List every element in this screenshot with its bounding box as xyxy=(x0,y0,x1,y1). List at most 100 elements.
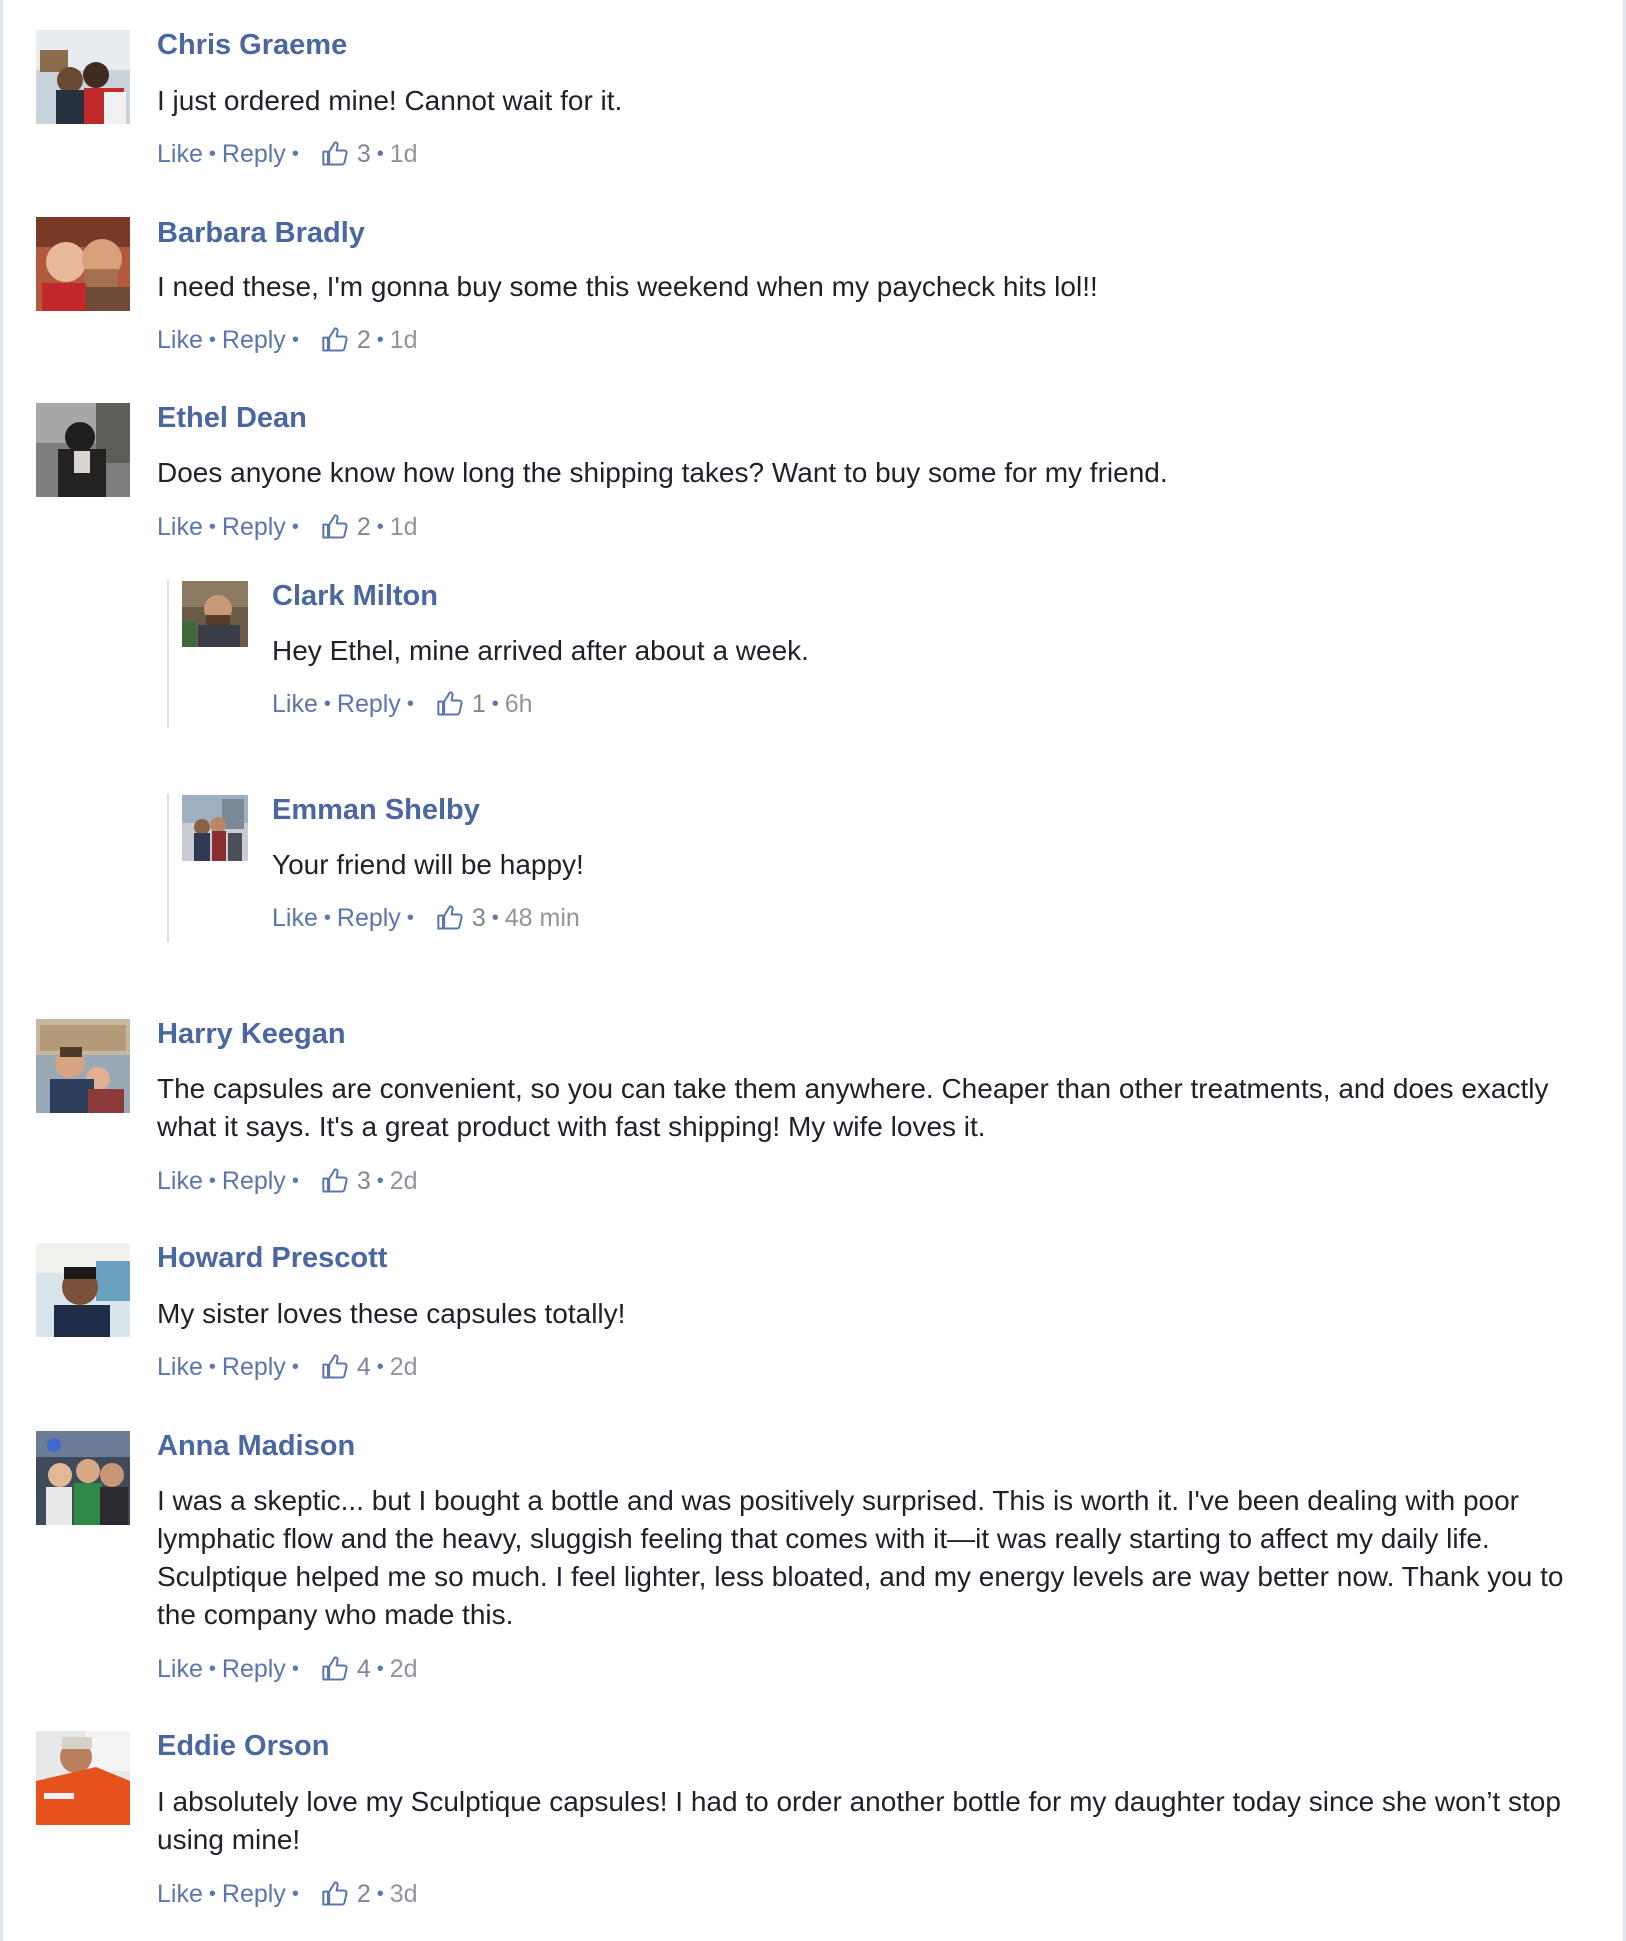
comment-timestamp[interactable]: 1d xyxy=(390,512,418,542)
avatar[interactable] xyxy=(36,403,130,497)
thumbs-up-icon[interactable] xyxy=(321,1880,349,1908)
comment-timestamp[interactable]: 2d xyxy=(390,1166,418,1196)
separator-dot: • xyxy=(406,693,414,715)
like-button[interactable]: Like xyxy=(157,1166,203,1196)
like-button[interactable]: Like xyxy=(272,903,318,933)
separator-dot: • xyxy=(323,907,331,929)
reply-button[interactable]: Reply xyxy=(222,325,286,355)
comment-timestamp[interactable]: 2d xyxy=(390,1654,418,1684)
separator-dot: • xyxy=(376,143,384,165)
thumbs-up-icon[interactable] xyxy=(436,690,464,718)
separator-dot: • xyxy=(291,1170,299,1192)
like-button[interactable]: Like xyxy=(157,512,203,542)
separator-dot: • xyxy=(291,1658,299,1680)
reply-thread-line xyxy=(167,580,169,728)
like-count: 3 xyxy=(356,1167,371,1195)
separator-dot: • xyxy=(406,907,414,929)
separator-dot: • xyxy=(291,329,299,351)
separator-dot: • xyxy=(376,1356,384,1378)
comment-author[interactable]: Eddie Orson xyxy=(157,1729,329,1763)
comment-author[interactable]: Clark Milton xyxy=(272,579,438,613)
comment-text: Your friend will be happy! xyxy=(272,849,584,880)
avatar[interactable] xyxy=(36,1731,130,1825)
separator-dot: • xyxy=(376,329,384,351)
comment-text: I need these, I'm gonna buy some this we… xyxy=(157,271,1098,302)
thumbs-up-icon[interactable] xyxy=(321,326,349,354)
avatar[interactable] xyxy=(36,1243,130,1337)
separator-dot: • xyxy=(208,1883,216,1905)
comment-author[interactable]: Harry Keegan xyxy=(157,1017,346,1051)
reply-button[interactable]: Reply xyxy=(222,1352,286,1382)
like-count: 3 xyxy=(356,140,371,168)
thumbs-up-icon[interactable] xyxy=(321,513,349,541)
comment-author[interactable]: Howard Prescott xyxy=(157,1241,387,1275)
separator-dot: • xyxy=(376,1658,384,1680)
avatar[interactable] xyxy=(182,795,248,861)
separator-dot: • xyxy=(323,693,331,715)
comment-timestamp[interactable]: 1d xyxy=(390,139,418,169)
comment-timestamp[interactable]: 2d xyxy=(390,1352,418,1382)
like-count: 4 xyxy=(356,1353,371,1381)
avatar[interactable] xyxy=(36,1019,130,1113)
comment-author[interactable]: Emman Shelby xyxy=(272,793,480,827)
thumbs-up-icon[interactable] xyxy=(321,1167,349,1195)
like-count: 2 xyxy=(356,513,371,541)
like-button[interactable]: Like xyxy=(272,689,318,719)
reply-button[interactable]: Reply xyxy=(222,1166,286,1196)
comment-actions: Like • Reply • 4 • 2d xyxy=(157,1352,418,1382)
comment-author[interactable]: Chris Graeme xyxy=(157,28,347,62)
avatar-photo xyxy=(36,1731,130,1825)
reply-button[interactable]: Reply xyxy=(337,689,401,719)
separator-dot: • xyxy=(208,1658,216,1680)
like-button[interactable]: Like xyxy=(157,325,203,355)
comment-timestamp[interactable]: 48 min xyxy=(505,903,580,933)
comment-text: Hey Ethel, mine arrived after about a we… xyxy=(272,635,809,666)
separator-dot: • xyxy=(291,1356,299,1378)
separator-dot: • xyxy=(208,516,216,538)
separator-dot: • xyxy=(491,907,499,929)
separator-dot: • xyxy=(376,1170,384,1192)
thumbs-up-icon[interactable] xyxy=(321,140,349,168)
comment-actions: Like • Reply • 3 • 2d xyxy=(157,1166,418,1196)
separator-dot: • xyxy=(291,1883,299,1905)
avatar-photo xyxy=(182,581,248,647)
avatar[interactable] xyxy=(36,1431,130,1525)
like-button[interactable]: Like xyxy=(157,1654,203,1684)
comment-author[interactable]: Ethel Dean xyxy=(157,401,307,435)
comment-author[interactable]: Barbara Bradly xyxy=(157,216,365,250)
avatar-photo xyxy=(36,1019,130,1113)
thumbs-up-icon[interactable] xyxy=(321,1353,349,1381)
avatar-photo xyxy=(36,403,130,497)
like-count: 3 xyxy=(471,904,486,932)
reply-button[interactable]: Reply xyxy=(222,139,286,169)
comment-author[interactable]: Anna Madison xyxy=(157,1429,355,1463)
reply-button[interactable]: Reply xyxy=(222,512,286,542)
avatar-photo xyxy=(36,1243,130,1337)
avatar-photo xyxy=(36,1431,130,1525)
comment-actions: Like • Reply • 2 • 1d xyxy=(157,325,418,355)
separator-dot: • xyxy=(291,143,299,165)
avatar[interactable] xyxy=(182,581,248,647)
comment-text: Does anyone know how long the shipping t… xyxy=(157,457,1168,488)
reply-button[interactable]: Reply xyxy=(337,903,401,933)
reply-button[interactable]: Reply xyxy=(222,1879,286,1909)
comment-timestamp[interactable]: 6h xyxy=(505,689,533,719)
separator-dot: • xyxy=(208,329,216,351)
reply-button[interactable]: Reply xyxy=(222,1654,286,1684)
comment-text: My sister loves these capsules totally! xyxy=(157,1298,626,1329)
avatar[interactable] xyxy=(36,30,130,124)
reply-thread-line xyxy=(167,794,169,942)
like-count: 1 xyxy=(471,690,486,718)
avatar[interactable] xyxy=(36,217,130,311)
comment-timestamp[interactable]: 3d xyxy=(390,1879,418,1909)
like-button[interactable]: Like xyxy=(157,1879,203,1909)
comment-timestamp[interactable]: 1d xyxy=(390,325,418,355)
thumbs-up-icon[interactable] xyxy=(321,1655,349,1683)
thumbs-up-icon[interactable] xyxy=(436,904,464,932)
comment-text: I just ordered mine! Cannot wait for it. xyxy=(157,85,623,116)
comment-actions: Like • Reply • 4 • 2d xyxy=(157,1654,418,1684)
comment-actions: Like • Reply • 3 • 1d xyxy=(157,139,418,169)
like-button[interactable]: Like xyxy=(157,139,203,169)
like-count: 2 xyxy=(356,1880,371,1908)
like-button[interactable]: Like xyxy=(157,1352,203,1382)
